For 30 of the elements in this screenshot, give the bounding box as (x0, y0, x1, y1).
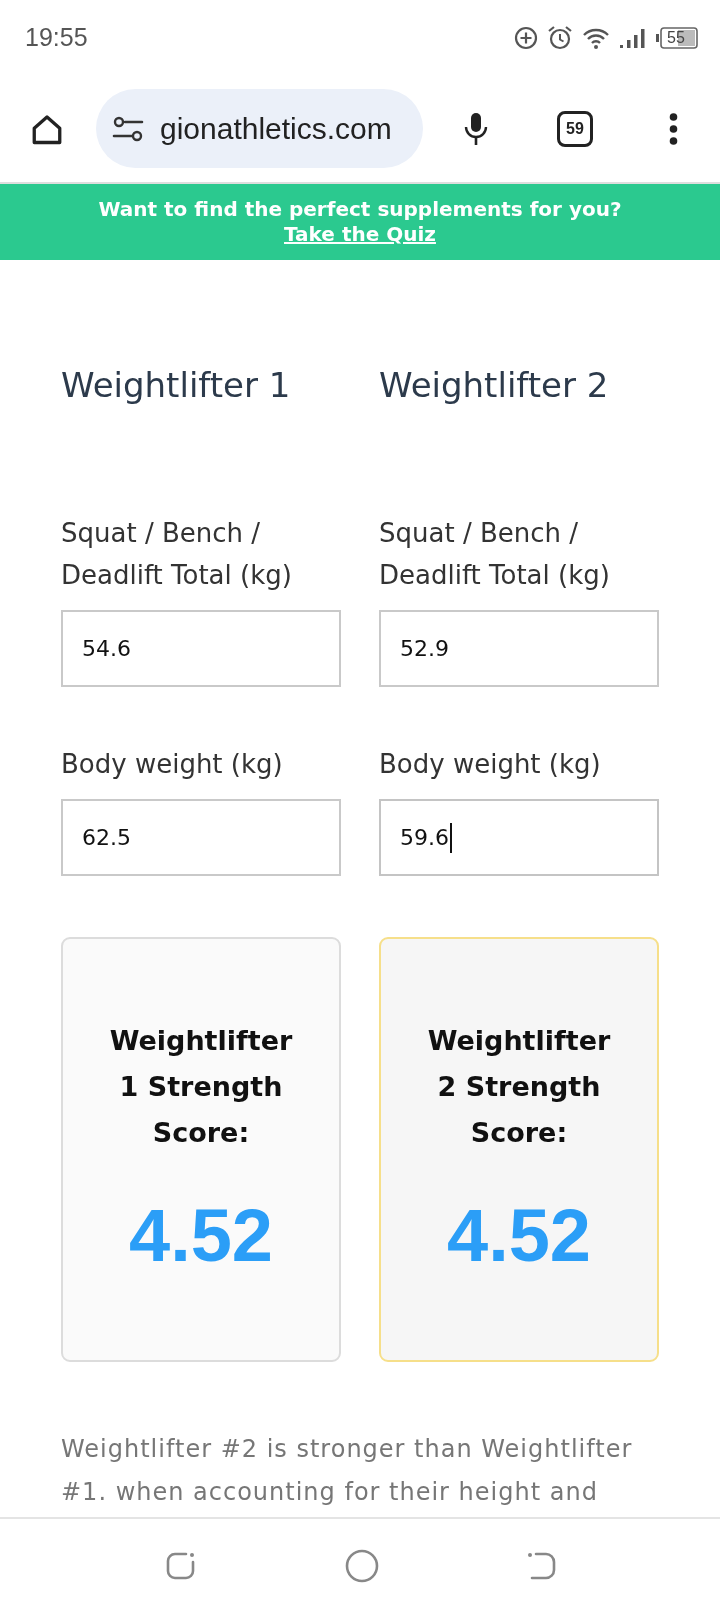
field-label: Squat / Bench / Deadlift Total (kg) (61, 517, 293, 592)
field-label: Squat / Bench / Deadlift Total (kg) (379, 517, 611, 592)
lifter-heading: Weightlifter 2 (379, 365, 610, 405)
tune-icon[interactable] (112, 115, 144, 142)
comparison-text: Weightlifter #2 is stronger than Weightlifter #1. when accounting for their height and (61, 1434, 634, 1508)
field-label: Body weight (kg) (61, 748, 284, 781)
banner-text: Want to find the perfect supplements for you? Take the Quiz (97, 197, 623, 247)
score-value: 4.52 (129, 1196, 273, 1276)
microphone-icon[interactable] (463, 111, 489, 146)
alarm-clock-icon (547, 24, 573, 51)
tab-switcher-button[interactable]: 59 (557, 110, 593, 147)
input-field[interactable]: 52.9 (379, 610, 659, 687)
input-field[interactable]: 59.6 (379, 799, 659, 876)
input-field[interactable]: 54.6 (61, 610, 341, 687)
score-value: 4.52 (447, 1196, 591, 1276)
url-text[interactable]: gionathletics.com (160, 111, 392, 146)
plus-circle-icon (514, 25, 538, 50)
score-title: Weightlifter 2 Strength Score: (426, 1024, 612, 1150)
score-title: Weightlifter 1 Strength Score: (108, 1024, 294, 1150)
menu-icon[interactable] (669, 112, 678, 145)
address-bar[interactable]: gionathletics.com (96, 89, 423, 168)
field-label: Body weight (kg) (379, 748, 602, 781)
battery-icon (656, 26, 698, 49)
status-time: 19:55 (25, 23, 88, 52)
signal-icon (619, 26, 647, 49)
home-circle-icon[interactable] (345, 1548, 379, 1583)
text-caret-icon (450, 822, 452, 853)
input-field[interactable]: 62.5 (61, 799, 341, 876)
lifter-heading: Weightlifter 1 (61, 365, 292, 405)
battery-percent: 55 (667, 27, 685, 48)
